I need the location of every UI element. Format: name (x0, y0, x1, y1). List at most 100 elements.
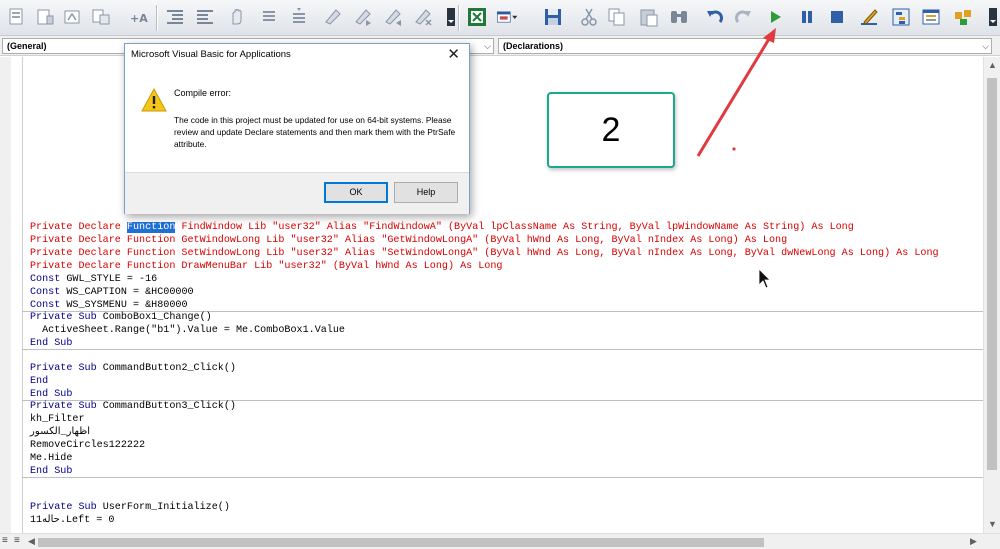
full-module-view-icon[interactable]: ≡ (14, 535, 20, 546)
keyword: Const (30, 287, 61, 298)
dialog-button-bar: OK Help (125, 172, 469, 214)
project-explorer-icon[interactable] (890, 6, 912, 28)
ok-button[interactable]: OK (324, 182, 388, 203)
save-icon[interactable] (542, 6, 564, 28)
code-line[interactable]: Private Declare Function DrawMenuBar Lib… (30, 260, 502, 273)
code-text: CommandButton3_Click() (96, 401, 236, 412)
close-icon[interactable]: ✕ (447, 45, 460, 63)
object-dropdown-value: (General) (7, 41, 47, 51)
procedure-separator (22, 477, 994, 478)
dialog-title: Microsoft Visual Basic for Applications (131, 49, 291, 60)
reset-icon[interactable] (826, 6, 848, 28)
previous-bookmark-icon[interactable] (382, 6, 404, 28)
vertical-scroll-thumb[interactable] (987, 78, 997, 470)
annotation-arrow-line (696, 33, 774, 157)
toolbar-separator (156, 5, 158, 31)
run-icon[interactable] (764, 6, 786, 28)
next-bookmark-icon[interactable] (352, 6, 374, 28)
code-text: UserForm_Initialize() (96, 502, 230, 513)
outdent-icon[interactable] (164, 6, 186, 28)
toolbar-overflow-icon[interactable] (440, 6, 455, 28)
selected-text: Function (126, 222, 176, 233)
dialog-heading: Compile error: (174, 88, 232, 98)
keyword: Const (30, 300, 61, 311)
keyword: Const (30, 274, 61, 285)
procedure-view-icon[interactable]: ≡ (2, 535, 8, 546)
scroll-left-icon[interactable]: ◀ (28, 536, 35, 547)
code-text: GWL_STYLE = -16 (60, 274, 158, 285)
quick-info-icon[interactable] (62, 6, 84, 28)
margin-indicator-bar (22, 57, 23, 533)
code-line[interactable]: Private Declare Function FindWindow Lib … (30, 221, 854, 234)
code-line[interactable]: Private Declare Function GetWindowLong L… (30, 234, 787, 247)
code-text: ComboBox1_Change() (96, 312, 212, 323)
undo-icon[interactable] (704, 6, 726, 28)
comment-block-icon[interactable] (258, 6, 280, 28)
parameter-info-icon[interactable] (90, 6, 112, 28)
chevron-down-icon: ⌵ (484, 41, 491, 51)
code-text: Private Declare (30, 222, 127, 233)
toggle-bookmark-icon[interactable] (322, 6, 344, 28)
code-line[interactable]: حاله11.Left = 0 (30, 514, 114, 527)
cut-icon[interactable] (578, 6, 600, 28)
horizontal-scrollbar[interactable]: ≡ ≡ ◀ ▶ (0, 533, 1000, 549)
clear-bookmarks-icon[interactable] (412, 6, 434, 28)
standard-toolbar: +A (0, 0, 1000, 36)
code-line[interactable]: Private Declare Function SetWindowLong L… (30, 247, 939, 260)
code-line[interactable]: اظهار_الكسور (30, 426, 90, 439)
code-line[interactable]: Private Sub UserForm_Initialize() (30, 501, 230, 514)
code-text: CommandButton2_Click() (96, 363, 236, 374)
code-text: WS_CAPTION = &HC00000 (60, 287, 194, 298)
procedure-separator (22, 349, 994, 350)
code-text: FindWindow Lib "user32" Alias "FindWindo… (175, 222, 854, 233)
code-line[interactable]: Private Sub ComboBox1_Change() (30, 311, 212, 324)
code-line[interactable]: Private Sub CommandButton3_Click() (30, 400, 236, 413)
keyword: Private Sub (30, 502, 97, 513)
help-button[interactable]: Help (394, 182, 458, 203)
code-text: WS_SYSMENU = &H80000 (60, 300, 188, 311)
compile-error-dialog: Microsoft Visual Basic for Applications … (124, 43, 470, 214)
annotation-arrow (696, 28, 776, 157)
horizontal-scroll-thumb[interactable] (38, 538, 764, 547)
insert-userform-icon[interactable] (496, 6, 530, 28)
code-line[interactable]: kh_Filter (30, 413, 85, 426)
paste-icon[interactable] (638, 6, 660, 28)
mouse-cursor-icon (758, 268, 771, 289)
break-icon[interactable] (796, 6, 818, 28)
redo-icon[interactable] (732, 6, 754, 28)
properties-window-icon[interactable] (920, 6, 942, 28)
code-line[interactable]: Const WS_CAPTION = &HC00000 (30, 286, 194, 299)
keyword: Private Sub (30, 312, 97, 323)
vertical-scrollbar[interactable]: ▲ ▼ (983, 57, 1000, 533)
procedure-dropdown-value: (Declarations) (503, 41, 564, 51)
keyword: Private Sub (30, 363, 97, 374)
annotation-callout: 2 (547, 92, 675, 168)
dialog-message: The code in this project must be updated… (174, 115, 456, 149)
scroll-right-icon[interactable]: ▶ (970, 536, 977, 547)
design-mode-icon[interactable] (858, 6, 880, 28)
scroll-down-icon[interactable]: ▼ (988, 519, 997, 529)
list-constants-icon[interactable] (34, 6, 56, 28)
chevron-down-icon: ⌵ (982, 41, 989, 51)
object-browser-icon[interactable] (952, 6, 974, 28)
excel-icon[interactable] (466, 6, 488, 28)
scroll-up-icon[interactable]: ▲ (988, 60, 997, 70)
toggle-breakpoint-icon[interactable] (226, 6, 248, 28)
annotation-dot (732, 147, 736, 151)
code-line[interactable]: RemoveCircles122222 (30, 439, 145, 452)
annotation-arrow-head (763, 28, 776, 43)
code-line[interactable]: End (30, 375, 48, 388)
find-icon[interactable] (668, 6, 690, 28)
toolbar-options-icon[interactable] (982, 6, 997, 28)
code-line[interactable]: Private Sub CommandButton2_Click() (30, 362, 236, 375)
toolbar-separator (458, 5, 460, 31)
list-properties-icon[interactable] (6, 6, 28, 28)
code-line[interactable]: Me.Hide (30, 452, 72, 465)
warning-icon (141, 88, 167, 112)
indent-icon[interactable] (194, 6, 216, 28)
uncomment-block-icon[interactable] (288, 6, 310, 28)
copy-icon[interactable] (606, 6, 628, 28)
code-line[interactable]: Const GWL_STYLE = -16 (30, 273, 157, 286)
code-line[interactable]: ActiveSheet.Range("b1").Value = Me.Combo… (30, 324, 345, 337)
complete-word-icon[interactable]: +A (128, 6, 150, 28)
